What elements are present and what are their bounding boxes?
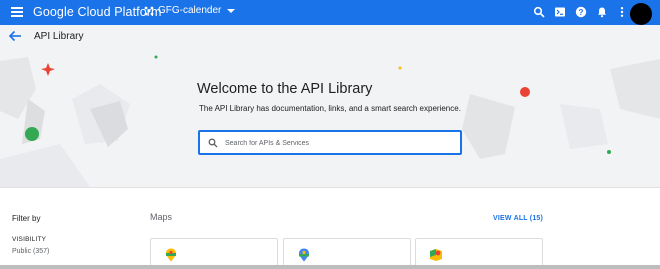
maps-sdk-icon (166, 248, 176, 262)
filter-title: Filter by (12, 214, 41, 223)
view-all-link[interactable]: VIEW ALL (15) (493, 215, 543, 222)
top-app-bar: Google Cloud Platform GFG-calender ? (0, 0, 660, 25)
notifications-icon[interactable] (596, 6, 608, 18)
more-vert-icon[interactable] (616, 6, 628, 18)
visibility-heading: VISIBILITY (12, 236, 47, 243)
hero-subtitle: The API Library has documentation, links… (199, 104, 461, 113)
help-icon[interactable]: ? (575, 6, 587, 18)
project-selector[interactable]: GFG-calender (144, 5, 236, 16)
avatar[interactable] (630, 3, 652, 25)
search-box[interactable] (198, 130, 462, 155)
page-title: API Library (34, 31, 84, 42)
search-input[interactable] (225, 135, 450, 151)
search-icon (208, 138, 218, 148)
hero-banner: Welcome to the API Library The API Libra… (0, 49, 660, 187)
maps-api-icon (430, 249, 442, 261)
visibility-public-filter[interactable]: Public (357) (12, 248, 49, 255)
search-icon[interactable] (533, 6, 545, 18)
menu-icon[interactable] (11, 7, 23, 17)
divider (0, 187, 660, 188)
back-arrow-icon[interactable] (8, 30, 22, 42)
section-title: Maps (150, 212, 173, 222)
maps-sdk-icon (299, 248, 309, 262)
hero-decoration (0, 55, 660, 187)
project-icon (144, 6, 154, 15)
page-header: API Library (0, 25, 660, 49)
hero-title: Welcome to the API Library (197, 81, 373, 97)
app-title[interactable]: Google Cloud Platform (33, 5, 162, 19)
chevron-down-icon (227, 8, 236, 13)
svg-text:?: ? (579, 8, 584, 17)
cloud-shell-icon[interactable] (554, 6, 566, 18)
project-name: GFG-calender (158, 5, 222, 16)
horizontal-scrollbar[interactable] (0, 265, 660, 269)
